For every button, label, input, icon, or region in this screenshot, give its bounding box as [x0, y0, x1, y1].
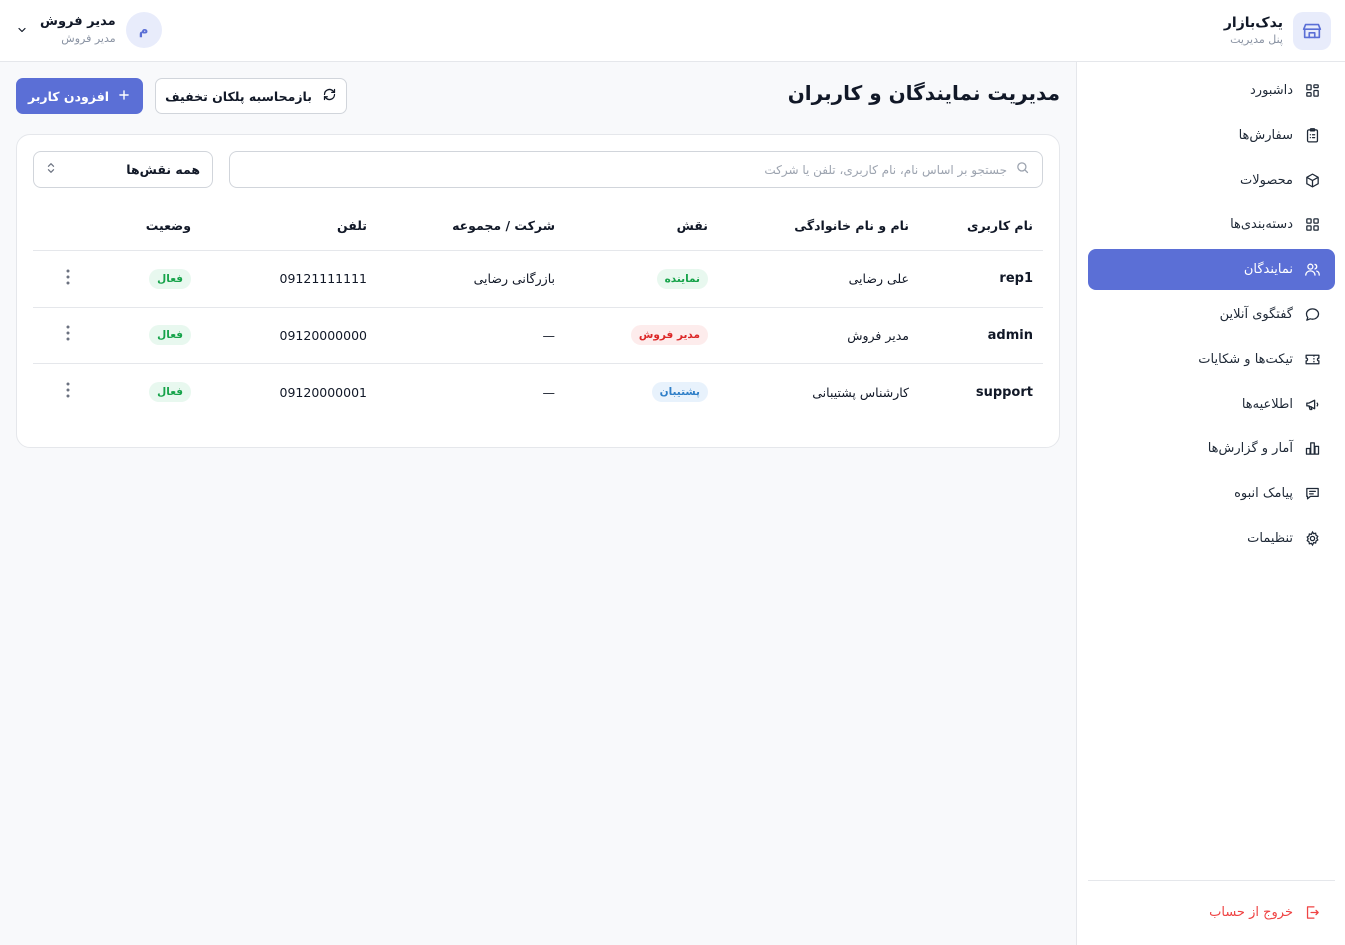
- role-badge: پشتیبان: [651, 382, 708, 403]
- sidebar-item-label: سفارش‌ها: [1238, 127, 1293, 143]
- search-box[interactable]: [229, 151, 1043, 188]
- sidebar-item-reports[interactable]: آمار و گزارش‌ها: [1088, 428, 1335, 469]
- categories-grid-icon: [1303, 216, 1321, 234]
- table-header: نام کاربری نام و نام خانوادگی نقش شرکت /…: [33, 201, 1043, 251]
- sidebar-item-tickets[interactable]: تیکت‌ها و شکایات: [1088, 339, 1335, 380]
- header-company: شرکت / مجموعه: [452, 218, 555, 233]
- users-icon: [1303, 261, 1321, 279]
- sidebar-item-label: دسته‌بندی‌ها: [1230, 217, 1293, 233]
- box-icon: [1303, 171, 1321, 189]
- gear-icon: [1303, 529, 1321, 547]
- cell-company: —: [542, 327, 556, 343]
- table-row[interactable]: rep1 علی رضایی نماینده بازرگانی رضایی 09…: [33, 251, 1043, 308]
- sidebar-item-label: اطلاعیه‌ها: [1241, 396, 1293, 412]
- logout-icon: [1303, 903, 1321, 921]
- sidebar-item-settings[interactable]: تنظیمات: [1088, 518, 1335, 559]
- brand-title: یدک‌بازار: [1223, 15, 1283, 31]
- sidebar-item-label: تنظیمات: [1247, 530, 1293, 546]
- avatar[interactable]: م: [125, 12, 162, 48]
- sidebar-item-live-chat[interactable]: گفتگوی آنلاین: [1088, 294, 1335, 335]
- sidebar-item-bulk-sms[interactable]: پیامک انبوه: [1088, 473, 1335, 514]
- sidebar-nav: داشبورد سفارش‌ها محصولات دسته‌بندی‌ها نم…: [1088, 70, 1335, 563]
- logout-button[interactable]: خروج از حساب: [1088, 892, 1335, 932]
- main-content: مدیریت نمایندگان و کاربران بازمحاسبه پلک…: [0, 62, 1076, 945]
- role-badge: نماینده: [656, 268, 708, 289]
- recalc-label: بازمحاسبه پلکان تخفیف: [165, 88, 312, 104]
- add-user-label: افزودن کاربر: [27, 88, 110, 104]
- ticket-icon: [1303, 350, 1321, 368]
- status-badge: فعال: [149, 382, 191, 403]
- users-table: نام کاربری نام و نام خانوادگی نقش شرکت /…: [33, 201, 1043, 421]
- sidebar-item-dashboard[interactable]: داشبورد: [1088, 70, 1335, 111]
- add-user-button[interactable]: افزودن کاربر: [16, 78, 143, 114]
- users-card: همه نقش‌ها نام کاربری نام و نام خانوادگی…: [16, 134, 1060, 448]
- status-badge: فعال: [149, 325, 191, 346]
- search-input[interactable]: [230, 154, 1007, 185]
- more-vertical-icon: [66, 325, 70, 345]
- cell-phone: 09121111111: [279, 271, 367, 287]
- sidebar-item-label: گفتگوی آنلاین: [1219, 306, 1293, 322]
- role-filter-value: همه نقش‌ها: [126, 162, 200, 177]
- header-status: وضعیت: [145, 218, 191, 233]
- role-badge: مدیر فروش: [630, 325, 708, 346]
- more-vertical-icon: [66, 269, 70, 289]
- cell-username: rep1: [999, 271, 1033, 287]
- header-phone: تلفن: [336, 218, 367, 233]
- sidebar: داشبورد سفارش‌ها محصولات دسته‌بندی‌ها نم…: [1076, 62, 1345, 945]
- user-menu[interactable]: مدیر فروش مدیر فروش م: [14, 12, 162, 48]
- cell-company: بازرگانی رضایی: [473, 271, 555, 287]
- sidebar-item-label: آمار و گزارش‌ها: [1207, 441, 1293, 457]
- cell-fullname: مدیر فروش: [847, 327, 909, 343]
- sidebar-item-label: پیامک انبوه: [1234, 486, 1293, 502]
- row-actions-button[interactable]: [58, 251, 78, 307]
- table-row[interactable]: admin مدیر فروش مدیر فروش — 09120000000 …: [33, 308, 1043, 364]
- cell-phone: 09120000001: [279, 384, 367, 400]
- cell-company: —: [542, 384, 556, 400]
- brand[interactable]: یدک‌بازار پنل مدیریت: [1224, 12, 1331, 50]
- sidebar-item-label: تیکت‌ها و شکایات: [1198, 351, 1293, 367]
- refresh-icon: [322, 87, 337, 105]
- cell-phone: 09120000000: [279, 327, 367, 343]
- logout-label: خروج از حساب: [1209, 904, 1293, 920]
- clipboard-icon: [1303, 126, 1321, 144]
- top-bar: یدک‌بازار پنل مدیریت مدیر فروش مدیر فروش…: [0, 0, 1345, 62]
- sidebar-item-announcements[interactable]: اطلاعیه‌ها: [1088, 384, 1335, 425]
- sidebar-item-label: محصولات: [1240, 172, 1293, 188]
- page-title: مدیریت نمایندگان و کاربران: [787, 81, 1060, 105]
- status-badge: فعال: [149, 268, 191, 289]
- cell-fullname: علی رضایی: [848, 271, 909, 287]
- cell-fullname: کارشناس پشتیبانی: [812, 384, 909, 400]
- sidebar-item-label: نمایندگان: [1243, 262, 1293, 278]
- row-actions-button[interactable]: [58, 364, 78, 421]
- user-role: مدیر فروش: [61, 32, 116, 45]
- chevron-down-icon[interactable]: [14, 22, 30, 38]
- cell-username: admin: [987, 327, 1033, 343]
- chat-bubble-icon: [1303, 305, 1321, 323]
- chevron-up-down-icon: [46, 162, 56, 177]
- sidebar-item-orders[interactable]: سفارش‌ها: [1088, 115, 1335, 156]
- role-filter-select[interactable]: همه نقش‌ها: [33, 151, 213, 188]
- store-logo-icon: [1293, 12, 1331, 50]
- brand-subtitle: پنل مدیریت: [1230, 33, 1283, 46]
- sidebar-item-label: داشبورد: [1250, 83, 1293, 98]
- table-row[interactable]: support کارشناس پشتیبانی پشتیبان — 09120…: [33, 364, 1043, 421]
- recalc-discount-tiers-button[interactable]: بازمحاسبه پلکان تخفیف: [155, 78, 347, 114]
- plus-icon: [117, 88, 131, 105]
- sidebar-item-categories[interactable]: دسته‌بندی‌ها: [1088, 204, 1335, 245]
- bar-chart-icon: [1303, 440, 1321, 458]
- cell-username: support: [975, 384, 1033, 400]
- sidebar-item-products[interactable]: محصولات: [1088, 160, 1335, 201]
- header-fullname: نام و نام خانوادگی: [794, 218, 909, 233]
- header-username: نام کاربری: [967, 218, 1033, 233]
- message-icon: [1303, 485, 1321, 503]
- more-vertical-icon: [66, 382, 70, 402]
- sidebar-item-representatives[interactable]: نمایندگان: [1088, 249, 1335, 291]
- row-actions-button[interactable]: [58, 308, 78, 364]
- user-name: مدیر فروش: [40, 14, 116, 29]
- sidebar-divider: [1088, 880, 1335, 881]
- header-role: نقش: [676, 218, 708, 233]
- megaphone-icon: [1303, 395, 1321, 413]
- search-icon: [1015, 160, 1030, 179]
- dashboard-grid-icon: [1303, 82, 1321, 100]
